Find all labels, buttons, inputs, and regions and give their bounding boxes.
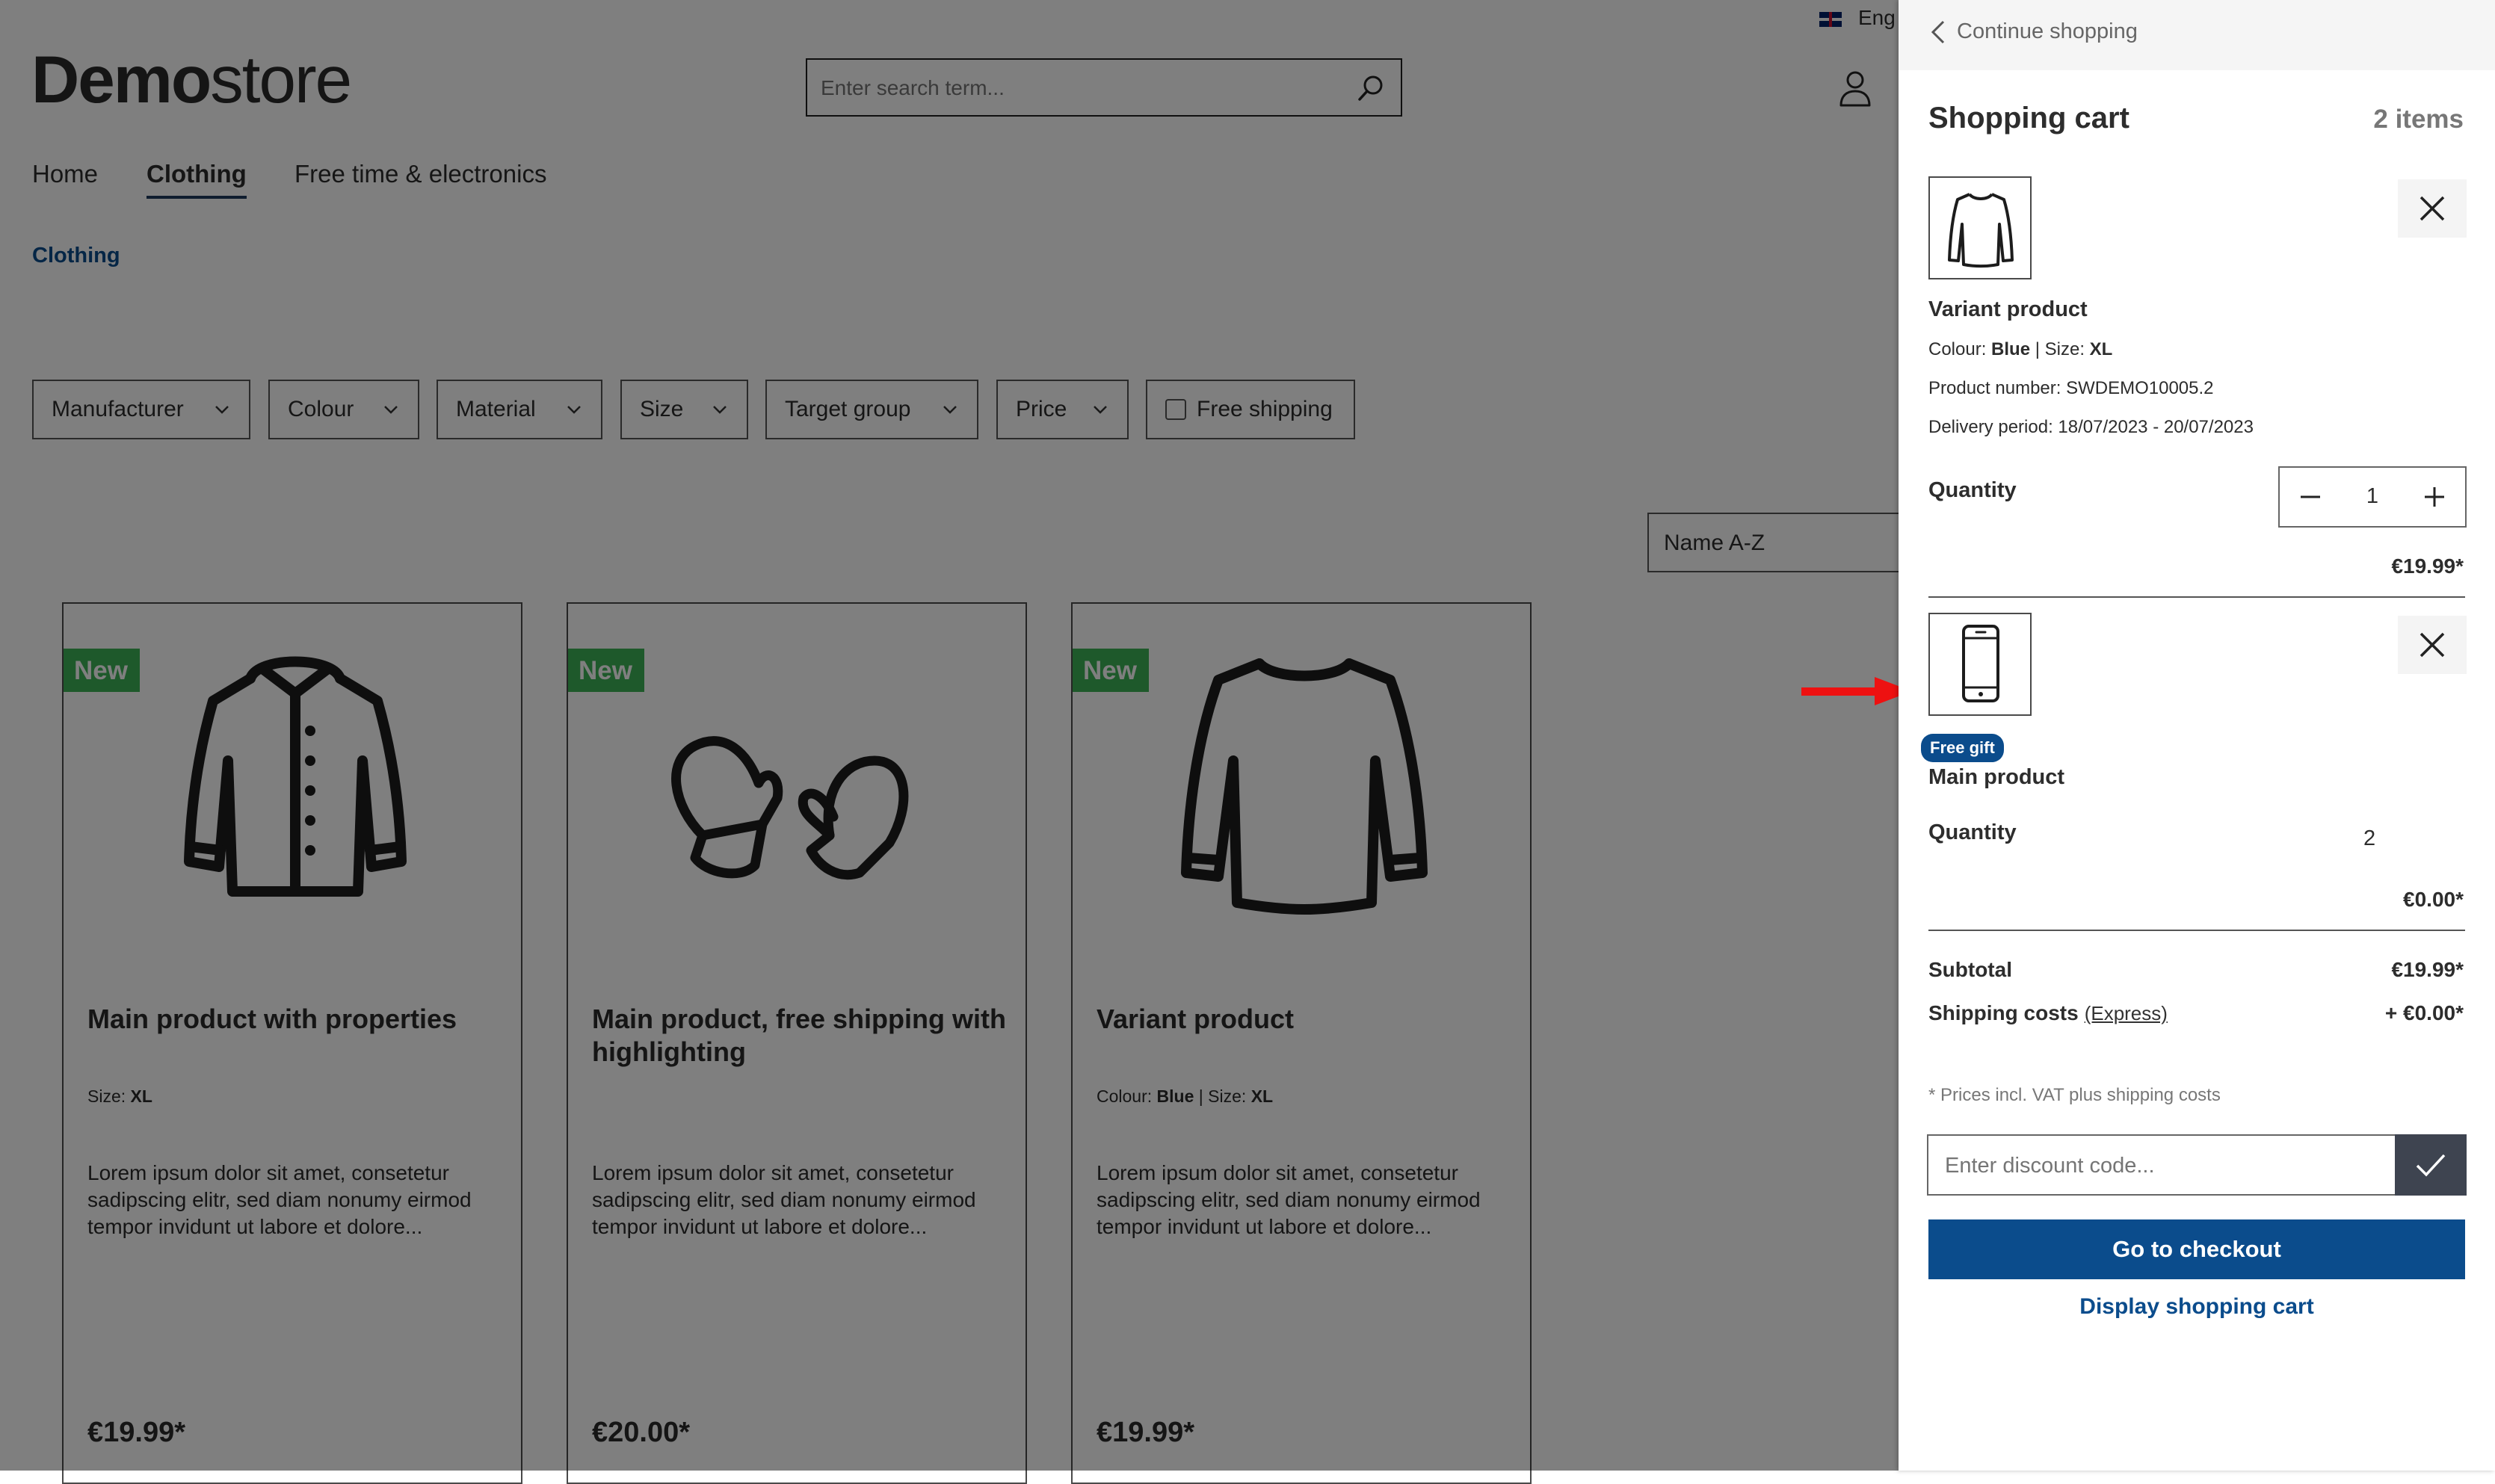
page-dim-overlay[interactable] <box>0 0 1899 1471</box>
remove-item-button[interactable] <box>2398 616 2467 674</box>
plus-icon[interactable] <box>2404 468 2465 526</box>
subtotal-value: €19.99* <box>2391 958 2464 981</box>
quantity-stepper: 1 <box>2278 466 2467 528</box>
close-icon <box>2420 196 2445 221</box>
shipping-value: + €0.00* <box>2384 1001 2464 1024</box>
cart-item-delivery-period: Delivery period: 18/07/2023 - 20/07/2023 <box>1928 417 2254 437</box>
quantity-label: Quantity <box>1928 820 2017 844</box>
checkmark-icon <box>2416 1154 2446 1177</box>
apply-discount-button[interactable] <box>2395 1134 2467 1196</box>
cart-item-name[interactable]: Variant product <box>1928 297 2088 322</box>
quantity-value[interactable]: 1 <box>2341 484 2404 509</box>
cart-header-bar: Continue shopping <box>1899 0 2495 70</box>
discount-code-input[interactable] <box>1943 1136 2365 1196</box>
quantity-label: Quantity <box>1928 478 2017 502</box>
shipping-label-group: Shipping costs (Express) <box>1928 1001 2168 1025</box>
colour-label: Colour: <box>1928 339 1987 359</box>
cart-item-thumbnail[interactable] <box>1928 613 2032 716</box>
quantity-value: 2 <box>2363 826 2376 850</box>
size-label: Size: <box>2044 339 2085 359</box>
free-gift-badge: Free gift <box>1921 734 2004 762</box>
cart-item-product-number: Product number: SWDEMO10005.2 <box>1928 378 2214 398</box>
go-to-checkout-button[interactable]: Go to checkout <box>1928 1219 2465 1279</box>
cart-title: Shopping cart <box>1928 102 2129 135</box>
colour-value: Blue <box>1991 339 2031 359</box>
close-icon <box>2420 632 2445 658</box>
shipping-method-link[interactable]: (Express) <box>2085 1002 2168 1024</box>
remove-item-button[interactable] <box>2398 179 2467 238</box>
vat-note: * Prices incl. VAT plus shipping costs <box>1928 1085 2221 1105</box>
smartphone-icon <box>1962 625 1999 702</box>
sweater-icon <box>1948 193 2014 268</box>
subtotal-label: Subtotal <box>1928 958 2012 981</box>
cart-item-name[interactable]: Main product <box>1928 765 2064 790</box>
cart-item-options: Colour: Blue | Size: XL <box>1928 339 2113 359</box>
cart-offcanvas: Continue shopping Shopping cart 2 items … <box>1899 0 2495 1471</box>
discount-code-form <box>1927 1134 2467 1196</box>
size-value: XL <box>2089 339 2113 359</box>
cart-item-thumbnail[interactable] <box>1928 176 2032 279</box>
continue-shopping-label: Continue shopping <box>1957 19 2138 43</box>
display-shopping-cart-link[interactable]: Display shopping cart <box>1928 1294 2465 1320</box>
continue-shopping-link[interactable]: Continue shopping <box>1930 19 2138 45</box>
divider <box>1928 930 2465 931</box>
chevron-left-icon <box>1931 21 1945 44</box>
divider <box>1928 596 2465 598</box>
cart-item-count: 2 items <box>2373 105 2464 134</box>
cart-item-price: €19.99* <box>2391 554 2464 578</box>
shipping-label: Shipping costs <box>1928 1001 2079 1024</box>
minus-icon[interactable] <box>2280 468 2341 526</box>
cart-item-price: €0.00* <box>2403 888 2464 911</box>
annotation-arrow-icon <box>1801 677 1912 705</box>
